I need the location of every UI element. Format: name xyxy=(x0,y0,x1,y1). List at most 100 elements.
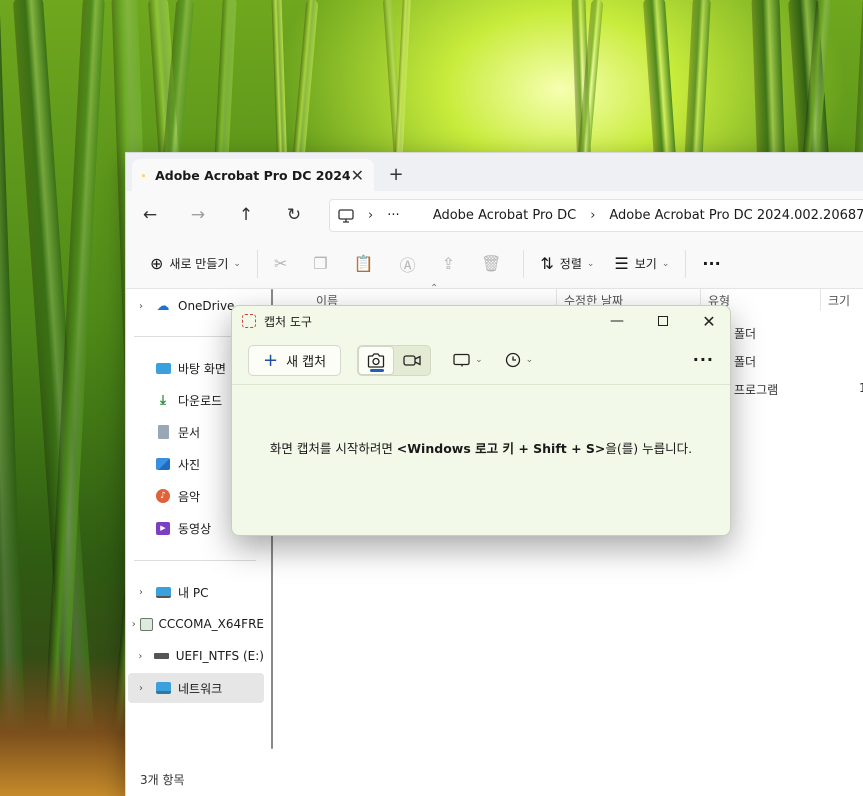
video-mode-button[interactable] xyxy=(394,346,430,375)
refresh-button[interactable]: ↻ xyxy=(270,197,318,233)
rename-icon: Ⓐ xyxy=(399,255,416,275)
chevron-right-icon: › xyxy=(138,650,143,662)
chevron-down-icon: ⌄ xyxy=(661,258,670,269)
breadcrumb-item[interactable]: Adobe Acrobat Pro DC 2024.002.20687 xyxy=(609,208,863,223)
snipping-tool-icon xyxy=(242,314,256,328)
chevron-down-icon: ⌄ xyxy=(233,258,241,269)
maximize-button[interactable] xyxy=(640,306,686,336)
divider xyxy=(685,249,687,278)
plus-icon: + xyxy=(263,349,279,371)
sidebar-item-network[interactable]: › 네트워크 xyxy=(128,673,264,703)
chevron-right-icon: › xyxy=(590,208,596,223)
see-more-button[interactable]: ··· xyxy=(693,350,714,369)
sidebar-item-uefi-ntfs[interactable]: › UEFI_NTFS (E:) xyxy=(128,641,264,671)
more-options-button[interactable]: ··· xyxy=(692,247,730,281)
copy-icon: ❐ xyxy=(313,254,328,273)
screenshot-mode-button[interactable] xyxy=(358,345,395,375)
arrow-right-icon: → xyxy=(190,205,206,225)
snip-instructions: 화면 캡처를 시작하려면 <Windows 로고 키 + Shift + S>을… xyxy=(269,441,693,456)
delay-dropdown[interactable]: ⌄ xyxy=(505,352,534,368)
ellipsis-icon: ··· xyxy=(702,254,721,273)
video-icon: ▶ xyxy=(154,520,172,536)
divider xyxy=(134,560,256,561)
share-icon: ⇪ xyxy=(441,254,456,273)
trash-icon: 🗑 xyxy=(481,254,502,273)
status-bar-item-count: 3개 항목 xyxy=(140,773,185,787)
up-button[interactable]: ↑ xyxy=(222,197,270,233)
row-type: 프로그램 xyxy=(734,383,779,397)
snip-toolbar: + 새 캡처 ⌄ ⌄ xyxy=(232,336,730,385)
arrow-up-icon: ↑ xyxy=(238,205,254,225)
arrow-left-icon: ← xyxy=(142,205,158,225)
view-button[interactable]: ☰ 보기 ⌄ xyxy=(604,247,679,281)
picture-icon xyxy=(154,456,172,472)
ellipsis-icon: ··· xyxy=(692,350,714,369)
divider xyxy=(256,249,258,278)
usb-drive-icon xyxy=(153,648,170,664)
clipboard-icon: 📋 xyxy=(353,254,374,273)
column-header-size[interactable]: 크기 xyxy=(828,292,850,309)
delete-button[interactable]: 🗑 xyxy=(471,247,517,281)
chevron-right-icon: › xyxy=(368,208,374,223)
tab-acrobat[interactable]: Adobe Acrobat Pro DC 2024 ✕ xyxy=(132,159,374,191)
music-icon: ♪ xyxy=(154,488,172,504)
chevron-down-icon: ⌄ xyxy=(525,355,534,365)
download-icon: ⤓ xyxy=(160,392,166,408)
sort-up-icon: ⌃ xyxy=(430,283,439,294)
chevron-down-icon: ⌄ xyxy=(586,258,595,269)
chevron-right-icon: › xyxy=(139,300,143,312)
forward-button[interactable]: → xyxy=(174,197,222,233)
camera-icon xyxy=(367,352,385,368)
command-bar: ⊕ 새로 만들기 ⌄ ✂ ❐ 📋 Ⓐ ⇪ 🗑 ⇅ 정렬 ⌄ ☰ 보기 ⌄ ··· xyxy=(126,239,863,289)
row-type: 폴더 xyxy=(734,327,757,341)
rectangle-snip-icon xyxy=(453,353,470,367)
divider xyxy=(523,249,525,278)
network-icon xyxy=(154,680,172,696)
refresh-icon: ↻ xyxy=(286,205,302,225)
share-button[interactable]: ⇪ xyxy=(432,247,471,281)
breadcrumb-overflow[interactable]: ··· xyxy=(387,208,399,223)
snip-window-title: 캡처 도구 xyxy=(264,314,312,329)
chevron-right-icon: › xyxy=(139,586,143,598)
paste-button[interactable]: 📋 xyxy=(344,247,390,281)
clock-icon xyxy=(505,352,520,368)
row-size: 1 xyxy=(859,381,863,395)
chevron-right-icon: › xyxy=(139,682,143,694)
video-camera-icon xyxy=(403,354,421,366)
minimize-button[interactable]: — xyxy=(594,306,640,336)
tab-close-icon[interactable]: ✕ xyxy=(351,166,364,185)
snip-shape-dropdown[interactable]: ⌄ xyxy=(453,353,483,367)
cloud-icon: ☁ xyxy=(156,298,170,314)
list-view-icon: ☰ xyxy=(614,254,629,273)
cut-button[interactable]: ✂ xyxy=(264,247,303,281)
shortcut-text: <Windows 로고 키 + Shift + S> xyxy=(396,441,606,456)
monitor-icon xyxy=(338,208,354,223)
back-button[interactable]: ← xyxy=(126,197,174,233)
new-capture-button[interactable]: + 새 캡처 xyxy=(248,344,342,376)
tab-title: Adobe Acrobat Pro DC 2024 xyxy=(155,167,351,183)
close-button[interactable]: ✕ xyxy=(686,306,730,336)
sidebar-item-this-pc[interactable]: › 내 PC xyxy=(128,577,264,607)
tab-bar: Adobe Acrobat Pro DC 2024 ✕ + xyxy=(126,153,863,191)
maximize-icon xyxy=(658,316,668,326)
copy-button[interactable]: ❐ xyxy=(303,247,343,281)
desktop-icon xyxy=(154,360,172,376)
address-bar[interactable]: › ··· › Adobe Acrobat Pro DC › Adobe Acr… xyxy=(329,199,863,232)
sort-button[interactable]: ⇅ 정렬 ⌄ xyxy=(530,247,604,281)
plus-circle-icon: ⊕ xyxy=(150,254,164,273)
scissors-icon: ✂ xyxy=(273,254,288,273)
new-button[interactable]: ⊕ 새로 만들기 ⌄ xyxy=(140,247,251,281)
new-tab-button[interactable]: + xyxy=(384,163,408,187)
close-icon: ✕ xyxy=(702,311,716,331)
breadcrumb-item[interactable]: Adobe Acrobat Pro DC xyxy=(433,208,576,223)
snipping-tool-window: 캡처 도구 — ✕ + 새 캡처 ⌄ ⌄ ··· 화면 캡처를 시작하려면 <W… xyxy=(231,305,731,536)
chevron-right-icon: › xyxy=(131,618,136,630)
capture-mode-toggle xyxy=(357,344,432,376)
minimize-icon: — xyxy=(610,313,624,329)
rename-button[interactable]: Ⓐ xyxy=(390,247,432,281)
monitor-icon xyxy=(154,584,172,600)
document-icon xyxy=(154,424,172,440)
sidebar-item-cccoma[interactable]: › CCCOMA_X64FRE xyxy=(128,609,264,639)
sort-icon: ⇅ xyxy=(540,254,554,273)
folder-icon xyxy=(142,173,146,177)
